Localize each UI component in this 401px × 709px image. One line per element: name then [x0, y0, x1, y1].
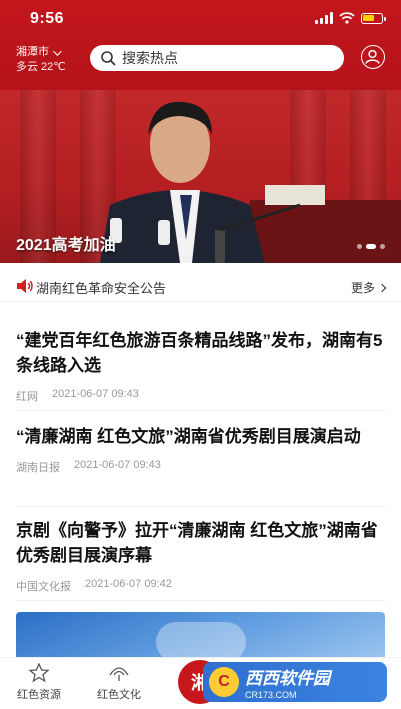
- user-profile-button[interactable]: [361, 45, 385, 69]
- tab-red-resources[interactable]: 红色资源: [4, 663, 74, 702]
- carousel-indicator: [357, 244, 385, 249]
- location-selector[interactable]: 湘潭市 多云 22℃: [16, 45, 66, 75]
- carousel-dot: [357, 244, 362, 249]
- status-time: 9:56: [30, 10, 65, 27]
- watermark-logo: C: [209, 667, 239, 697]
- city-name: 湘潭市: [16, 46, 49, 58]
- divider: [16, 600, 385, 601]
- carousel-dot-active: [366, 244, 376, 249]
- carousel-dot: [380, 244, 385, 249]
- chevron-down-icon: [53, 46, 62, 56]
- speaker-icon: [17, 279, 33, 293]
- wifi-icon: [339, 12, 355, 24]
- watermark-site-name: 西西软件园: [245, 669, 330, 688]
- news-meta: 中国文化报 2021-06-07 09:42: [16, 578, 386, 594]
- news-source: 湖南日报: [16, 462, 60, 474]
- status-icons: [315, 12, 386, 24]
- news-list-item[interactable]: “清廉湖南 红色文旅”湖南省优秀剧目展演启动 湖南日报 2021-06-07 0…: [16, 424, 386, 475]
- news-list-item[interactable]: “建党百年红色旅游百条精品线路”发布，湖南有5条线路入选 红网 2021-06-…: [16, 328, 386, 404]
- news-title: 京剧《向警予》拉开“清廉湖南 红色文旅”湖南省优秀剧目展演序幕: [16, 521, 378, 565]
- news-meta: 红网 2021-06-07 09:43: [16, 388, 386, 404]
- site-watermark: C 西西软件园 CR173.COM: [203, 662, 387, 702]
- chevron-right-icon: [377, 283, 387, 292]
- banner-caption: 2021高考加油: [16, 237, 116, 254]
- top-header: 9:56 湘潭市 多云 22℃ 搜索热点: [0, 0, 401, 90]
- news-meta: 湖南日报 2021-06-07 09:43: [16, 459, 386, 475]
- search-icon: [101, 51, 116, 66]
- notice-bar[interactable]: 湖南红色革命安全公告 更多: [0, 270, 401, 302]
- search-bar[interactable]: 搜索热点: [90, 45, 344, 71]
- tab-red-culture[interactable]: 红色文化: [84, 663, 154, 702]
- fan-icon: [109, 667, 129, 681]
- news-time: 2021-06-07 09:43: [52, 388, 139, 400]
- news-source: 红网: [16, 391, 38, 403]
- tab-label: 红色文化: [97, 689, 141, 701]
- news-list-item[interactable]: 京剧《向警予》拉开“清廉湖南 红色文旅”湖南省优秀剧目展演序幕 中国文化报 20…: [16, 518, 386, 594]
- star-icon: [28, 663, 50, 683]
- watermark-domain: CR173.COM: [245, 690, 297, 700]
- divider: [16, 506, 385, 507]
- user-icon: [365, 49, 380, 64]
- tab-label: 红色资源: [17, 689, 61, 701]
- status-bar: 9:56: [0, 0, 401, 38]
- news-time: 2021-06-07 09:43: [74, 459, 161, 471]
- battery-icon: [361, 12, 386, 24]
- news-time: 2021-06-07 09:42: [85, 578, 172, 590]
- divider: [16, 410, 385, 411]
- weather-text: 多云 22℃: [16, 61, 66, 73]
- news-title: “清廉湖南 红色文旅”湖南省优秀剧目展演启动: [16, 427, 361, 446]
- more-link[interactable]: 更多: [350, 279, 387, 296]
- notice-text: 湖南红色革命安全公告: [36, 281, 167, 296]
- more-label: 更多: [350, 281, 375, 295]
- banner-carousel[interactable]: 2021高考加油: [0, 90, 401, 263]
- cellular-signal-icon: [315, 12, 333, 24]
- news-title: “建党百年红色旅游百条精品线路”发布，湖南有5条线路入选: [16, 331, 383, 375]
- search-placeholder: 搜索热点: [122, 50, 178, 66]
- news-image-card[interactable]: [16, 612, 385, 660]
- news-source: 中国文化报: [16, 581, 71, 593]
